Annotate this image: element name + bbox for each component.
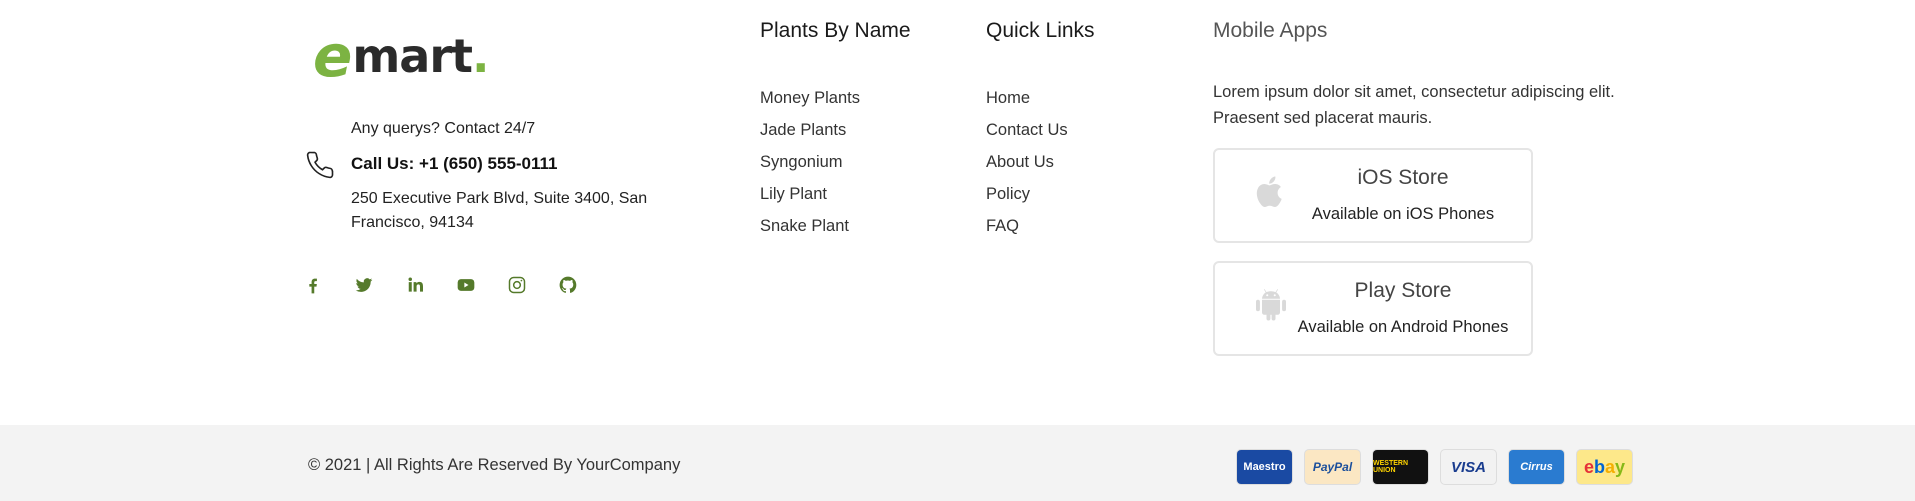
logo-wordmark: mart — [352, 29, 473, 83]
mobile-apps-title: Mobile Apps — [1213, 19, 1328, 42]
contact-phone-number[interactable]: Call Us: +1 (650) 555-0111 — [351, 154, 558, 174]
instagram-icon[interactable] — [507, 272, 558, 298]
cirrus-card-icon: Cirrus — [1509, 450, 1564, 484]
play-store-button[interactable]: Play Store Available on Android Phones — [1213, 261, 1533, 356]
quick-link[interactable]: FAQ — [986, 210, 1068, 242]
play-store-name: Play Store — [1354, 279, 1452, 302]
brand-logo[interactable]: e mart. — [313, 22, 490, 90]
quick-link[interactable]: Contact Us — [986, 114, 1068, 146]
ios-store-subtitle: Available on iOS Phones — [1311, 205, 1495, 223]
ios-store-name: iOS Store — [1357, 166, 1449, 189]
plants-by-name-title: Plants By Name — [760, 19, 911, 42]
ebay-letter: e — [1583, 456, 1594, 477]
quick-links-list: Home Contact Us About Us Policy FAQ — [986, 82, 1068, 242]
plants-link[interactable]: Lily Plant — [760, 178, 860, 210]
ios-store-button[interactable]: iOS Store Available on iOS Phones — [1213, 148, 1533, 243]
quick-link[interactable]: Policy — [986, 178, 1068, 210]
plants-link[interactable]: Money Plants — [760, 82, 860, 114]
plants-list: Money Plants Jade Plants Syngonium Lily … — [760, 82, 860, 242]
plants-link[interactable]: Jade Plants — [760, 114, 860, 146]
paypal-icon: PayPal — [1305, 450, 1360, 484]
quick-links-title: Quick Links — [986, 19, 1095, 42]
twitter-icon[interactable] — [354, 272, 405, 298]
western-union-icon: WESTERN UNION — [1373, 450, 1428, 484]
play-store-subtitle: Available on Android Phones — [1297, 318, 1509, 336]
plants-link[interactable]: Snake Plant — [760, 210, 860, 242]
quick-link[interactable]: Home — [986, 82, 1068, 114]
plants-link[interactable]: Syngonium — [760, 146, 860, 178]
quick-link[interactable]: About Us — [986, 146, 1068, 178]
mobile-apps-description: Lorem ipsum dolor sit amet, consectetur … — [1213, 83, 1615, 127]
github-icon[interactable] — [558, 272, 609, 298]
payment-methods: Maestro PayPal WESTERN UNION VISA Cirrus… — [1237, 450, 1632, 484]
phone-icon — [306, 151, 334, 179]
contact-query-text: Any querys? Contact 24/7 — [351, 120, 536, 137]
facebook-icon[interactable] — [303, 272, 354, 298]
logo-letter-e: e — [313, 22, 353, 90]
youtube-icon[interactable] — [456, 272, 507, 298]
ebay-letter: y — [1615, 456, 1626, 477]
logo-dot: . — [472, 29, 490, 83]
copyright-text: © 2021 | All Rights Are Reserved By Your… — [308, 456, 681, 474]
maestro-card-icon: Maestro — [1237, 450, 1292, 484]
social-links — [303, 272, 609, 298]
contact-address: 250 Executive Park Blvd, Suite 3400, San… — [351, 190, 648, 231]
ebay-icon: ebay — [1577, 450, 1632, 484]
ebay-letter: b — [1593, 456, 1605, 477]
linkedin-icon[interactable] — [405, 272, 456, 298]
ebay-letter: a — [1604, 456, 1615, 477]
visa-card-icon: VISA — [1441, 450, 1496, 484]
